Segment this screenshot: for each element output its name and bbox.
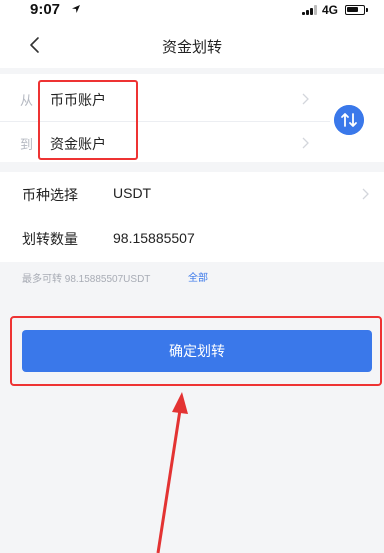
confirm-transfer-button[interactable]: 确定划转 xyxy=(22,330,372,372)
amount-input[interactable] xyxy=(113,227,353,249)
coin-select-row[interactable]: 币种选择 USDT xyxy=(0,172,384,216)
transfer-accounts-card: 从 币币账户 到 资金账户 xyxy=(0,68,384,162)
to-label: 到 xyxy=(20,138,34,153)
page-title: 资金划转 xyxy=(161,38,222,56)
status-time: 9:07 xyxy=(30,1,61,18)
location-arrow-icon xyxy=(72,5,80,13)
battery-icon xyxy=(345,5,368,15)
network-type: 4G xyxy=(322,3,339,17)
amount-row: 划转数量 xyxy=(0,216,384,260)
coin-value: USDT xyxy=(113,185,152,201)
nav-bar: 资金划转 xyxy=(0,22,384,68)
swap-icon[interactable] xyxy=(334,105,364,135)
transfer-details-card: 币种选择 USDT 划转数量 xyxy=(0,172,384,262)
from-account-value: 币币账户 xyxy=(50,93,106,109)
from-label: 从 xyxy=(20,94,34,109)
transfer-all-link[interactable]: 全部 xyxy=(188,269,208,284)
status-bar: 9:07 4G xyxy=(0,0,384,22)
amount-label: 划转数量 xyxy=(22,232,78,248)
max-transfer-text: 最多可转 98.15885507USDT xyxy=(22,274,151,285)
chevron-right-icon xyxy=(302,137,309,149)
coin-label: 币种选择 xyxy=(22,188,78,204)
to-account-value: 资金账户 xyxy=(50,137,106,153)
to-account-row[interactable]: 到 资金账户 xyxy=(0,122,330,166)
signal-icon xyxy=(302,5,318,15)
chevron-right-icon xyxy=(302,93,309,105)
from-account-row[interactable]: 从 币币账户 xyxy=(0,78,330,122)
chevron-right-icon xyxy=(362,188,369,200)
